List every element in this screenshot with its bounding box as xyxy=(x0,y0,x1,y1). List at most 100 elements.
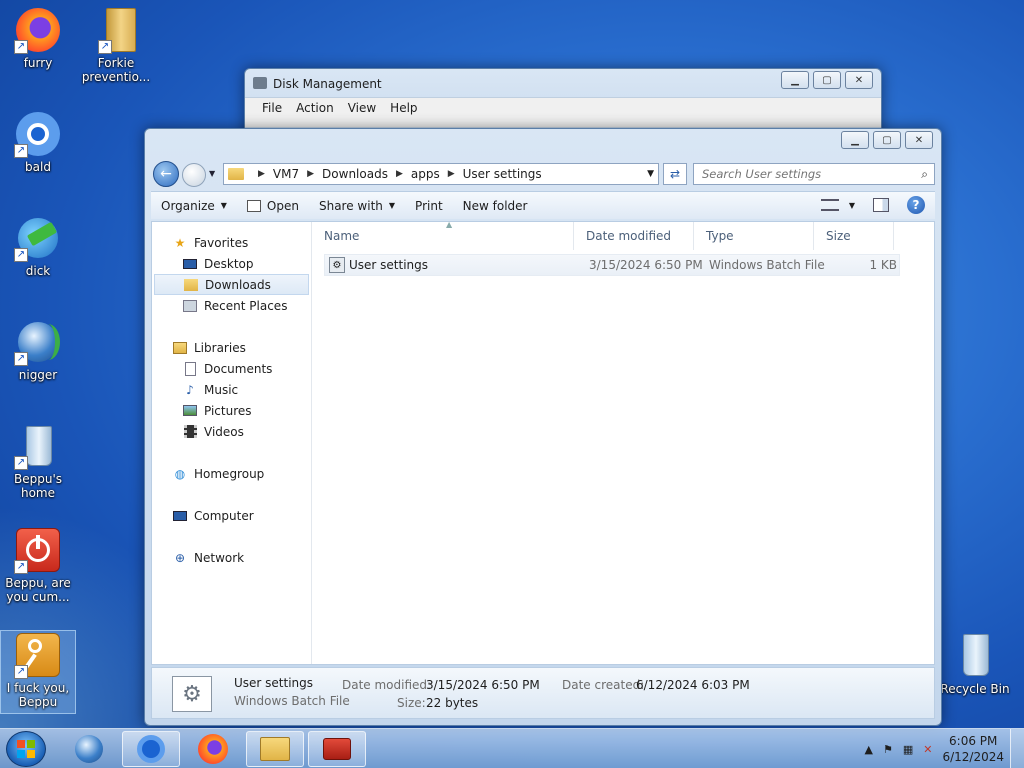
desktop-icon-label: furry xyxy=(23,56,53,70)
new-folder-label: New folder xyxy=(462,198,528,213)
desktop-icon-i-fuck-you-beppu[interactable]: ↗ I fuck you, Beppu xyxy=(0,630,76,714)
column-header-type[interactable]: Type xyxy=(694,222,814,250)
minimize-button[interactable]: ▁ xyxy=(781,71,809,89)
maximize-button[interactable]: ▢ xyxy=(813,71,841,89)
nav-pictures[interactable]: Pictures xyxy=(152,400,311,421)
close-button[interactable]: ✕ xyxy=(905,131,933,149)
refresh-button[interactable]: ⇄ xyxy=(663,163,687,185)
maximize-button[interactable]: ▢ xyxy=(873,131,901,149)
change-view-icon[interactable] xyxy=(820,199,839,211)
chevron-right-icon: ▶ xyxy=(307,169,315,179)
explorer-window[interactable]: ▁ ▢ ✕ ← ▼ ▶ VM7 ▶ Downloads ▶ apps ▶ User se… xyxy=(144,128,942,726)
recent-pages-dropdown[interactable]: ▼ xyxy=(209,169,215,178)
network-icon[interactable]: ▦ xyxy=(903,743,913,756)
open-label: Open xyxy=(266,198,299,213)
menu-help[interactable]: Help xyxy=(383,98,424,117)
details-size: 22 bytes xyxy=(426,696,479,710)
preview-pane-icon[interactable] xyxy=(873,198,889,212)
open-icon xyxy=(246,199,261,212)
organize-label: Organize xyxy=(161,198,215,213)
desktop-icon-bald[interactable]: ↗ bald xyxy=(0,110,76,174)
menu-action[interactable]: Action xyxy=(289,98,341,117)
minimize-button[interactable]: ▁ xyxy=(841,131,869,149)
nav-label: Homegroup xyxy=(194,466,265,481)
address-bar[interactable]: ▶ VM7 ▶ Downloads ▶ apps ▶ User settings ▼ xyxy=(223,163,659,185)
nav-music[interactable]: ♪ Music xyxy=(152,379,311,400)
nav-network[interactable]: ⊕ Network xyxy=(152,547,311,568)
shortcut-arrow-icon: ↗ xyxy=(14,40,28,54)
refresh-icon: ⇄ xyxy=(669,167,681,181)
address-dropdown-icon[interactable]: ▼ xyxy=(647,169,654,179)
nav-computer[interactable]: Computer xyxy=(152,505,311,526)
taskbar-globe-app[interactable] xyxy=(60,731,118,767)
new-folder-button[interactable]: New folder xyxy=(453,199,538,213)
share-with-button[interactable]: Share with ▼ xyxy=(309,199,405,213)
details-file-name: User settings xyxy=(234,676,314,690)
menu-file[interactable]: File xyxy=(255,98,289,117)
desktop-icon-beppus-home[interactable]: ↗ Beppu's home xyxy=(0,422,76,500)
title-bar[interactable]: Disk Management ▁ ▢ ✕ xyxy=(245,69,881,97)
clock[interactable]: 6:06 PM 6/12/2024 xyxy=(942,733,1004,765)
desktop-icon-label: I fuck you, Beppu xyxy=(6,681,70,709)
nav-recent-places[interactable]: Recent Places xyxy=(152,295,311,316)
file-type: Windows Batch File xyxy=(709,258,825,272)
title-bar[interactable]: ▁ ▢ ✕ xyxy=(145,129,941,157)
breadcrumb-vm7[interactable]: VM7 xyxy=(273,167,299,181)
nav-label: Documents xyxy=(204,361,273,376)
details-pane: ⚙ User settings Windows Batch File Date … xyxy=(151,667,935,719)
start-button[interactable] xyxy=(6,731,46,767)
shortcut-arrow-icon: ↗ xyxy=(98,40,112,54)
show-desktop-button[interactable] xyxy=(1010,729,1024,768)
desktop-icon-dick[interactable]: ↗ dick xyxy=(0,214,76,278)
column-header-name[interactable]: Name xyxy=(312,222,574,250)
window-title: Disk Management xyxy=(273,77,382,91)
nav-videos[interactable]: Videos xyxy=(152,421,311,442)
breadcrumb-apps[interactable]: apps xyxy=(411,167,440,181)
clock-date: 6/12/2024 xyxy=(942,750,1004,764)
batch-file-icon: ⚙ xyxy=(329,257,345,273)
view-options-dropdown-icon[interactable]: ▼ xyxy=(849,201,855,210)
menu-view[interactable]: View xyxy=(341,98,383,117)
organize-button[interactable]: Organize ▼ xyxy=(151,199,237,213)
close-button[interactable]: ✕ xyxy=(845,71,873,89)
desktop-icon-furry[interactable]: ↗ furry xyxy=(0,6,76,70)
column-header-size[interactable]: Size xyxy=(814,222,894,250)
column-header-date-modified[interactable]: Date modified xyxy=(574,222,694,250)
menu-bar: File Action View Help xyxy=(245,97,881,117)
open-button[interactable]: Open xyxy=(237,199,309,213)
search-icon[interactable]: ⌕ xyxy=(921,167,928,182)
forward-button[interactable] xyxy=(182,163,206,187)
file-row-user-settings[interactable]: ⚙ User settings 3/15/2024 6:50 PM Window… xyxy=(324,254,900,276)
desktop-icon-label: Recycle Bin xyxy=(940,682,1010,696)
print-button[interactable]: Print xyxy=(405,199,453,213)
help-icon[interactable]: ? xyxy=(907,196,925,214)
desktop-icon-recycle-bin[interactable]: Recycle Bin xyxy=(937,632,1013,696)
action-center-flag-icon[interactable]: ⚑ xyxy=(883,743,893,756)
nav-favorites[interactable]: ★ Favorites xyxy=(152,232,311,253)
volume-muted-icon[interactable]: ✕ xyxy=(923,743,932,756)
nav-libraries[interactable]: Libraries xyxy=(152,337,311,358)
minimize-icon: ▁ xyxy=(791,74,799,86)
breadcrumb-downloads[interactable]: Downloads xyxy=(322,167,388,181)
show-hidden-icons-icon[interactable]: ▲ xyxy=(865,743,873,756)
folder-icon: ↗ xyxy=(92,6,140,54)
nav-desktop[interactable]: Desktop xyxy=(152,253,311,274)
documents-icon xyxy=(182,361,198,376)
taskbar-explorer-app[interactable] xyxy=(246,731,304,767)
taskbar-chromium-app[interactable] xyxy=(122,731,180,767)
chevron-right-icon: ▶ xyxy=(395,169,403,179)
back-button[interactable]: ← xyxy=(153,161,179,187)
desktop-icon-nigger[interactable]: ↗ nigger xyxy=(0,318,76,382)
desktop-icon-beppu-are-you[interactable]: ↗ Beppu, are you cum... xyxy=(0,526,76,604)
nav-downloads[interactable]: Downloads xyxy=(154,274,309,295)
taskbar-firefox-app[interactable] xyxy=(184,731,242,767)
details-date-created: 6/12/2024 6:03 PM xyxy=(636,678,750,692)
search-input[interactable] xyxy=(702,167,902,181)
libraries-icon xyxy=(172,341,188,355)
nav-documents[interactable]: Documents xyxy=(152,358,311,379)
desktop-icon-forkie[interactable]: ↗ Forkie preventio... xyxy=(78,6,154,84)
desktop-icon-label: Forkie preventio... xyxy=(81,56,151,84)
breadcrumb-user-settings[interactable]: User settings xyxy=(463,167,542,181)
nav-homegroup[interactable]: ◍ Homegroup xyxy=(152,463,311,484)
taskbar-disk-management-app[interactable] xyxy=(308,731,366,767)
